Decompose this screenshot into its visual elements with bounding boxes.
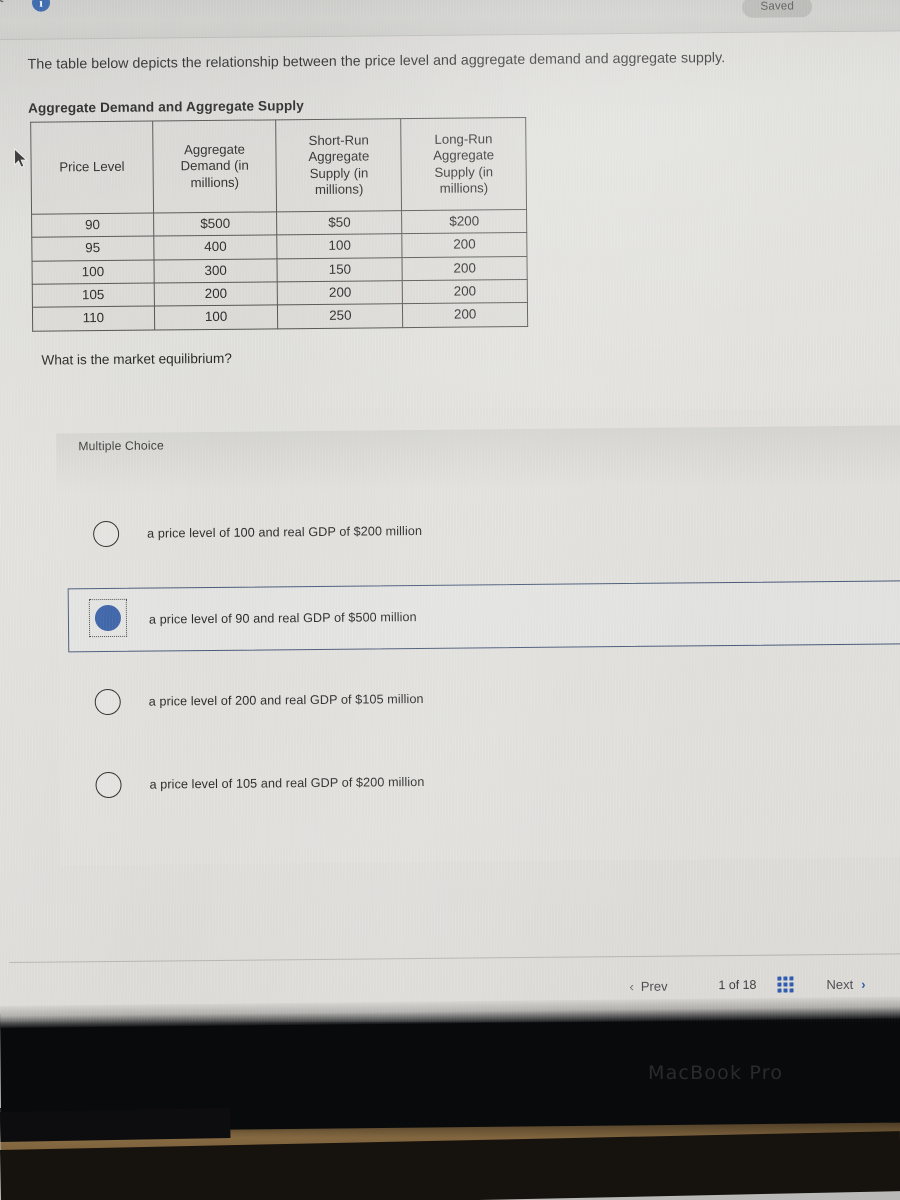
next-button-label: Next: [826, 976, 854, 993]
table-title: Aggregate Demand and Aggregate Supply: [27, 98, 304, 116]
header-line: Supply (in: [309, 164, 369, 181]
header-line: Aggregate: [184, 142, 246, 158]
table-cell: 100: [154, 305, 279, 330]
question-stem: What is the market equilibrium?: [41, 350, 232, 368]
column-header-short-run-aggregate-supply: Short-Run Aggregate Supply (in millions): [276, 118, 402, 212]
table-cell: 200: [402, 302, 528, 328]
table-head: Price Level Aggregate Demand (in million…: [30, 117, 527, 215]
answer-option-3[interactable]: a price level of 200 and real GDP of $10…: [68, 665, 900, 737]
radio-button-selected-icon[interactable]: [94, 604, 122, 632]
table-cell: 400: [153, 235, 278, 260]
answer-option-label: a price level of 105 and real GDP of $20…: [149, 774, 425, 792]
table-cell: 200: [277, 280, 403, 306]
table-cell: 95: [31, 236, 154, 261]
header-line: millions): [439, 179, 489, 196]
radio-button-icon[interactable]: [93, 520, 120, 548]
chevron-left-icon: ‹: [629, 978, 634, 995]
header-line: millions): [314, 181, 364, 197]
radio-button-icon[interactable]: [95, 771, 122, 799]
header-line: millions): [190, 174, 240, 190]
question-prompt: The table below depicts the relationship…: [27, 50, 726, 73]
header-line: Long-Run: [434, 131, 493, 148]
table-cell: 200: [402, 279, 528, 305]
answer-option-label: a price level of 100 and real GDP of $20…: [147, 523, 423, 541]
table-header-row: Price Level Aggregate Demand (in million…: [30, 117, 527, 215]
table-cell: 200: [153, 281, 278, 307]
next-button[interactable]: Next ›: [826, 977, 865, 992]
table-row: 110 100 250 200: [32, 302, 528, 331]
answer-option-label: a price level of 200 and real GDP of $10…: [148, 691, 424, 709]
info-icon[interactable]: i: [31, 0, 51, 12]
table-cell: 150: [277, 257, 403, 282]
quiz-page: Quiz i Saved The table below depicts the…: [0, 0, 900, 1022]
header-line: Supply (in: [434, 163, 494, 180]
aggregate-demand-supply-table: Price Level Aggregate Demand (in million…: [30, 116, 529, 332]
prev-button[interactable]: ‹ Prev: [629, 979, 667, 994]
table-cell: 110: [32, 306, 155, 331]
table-cell: 200: [402, 256, 528, 281]
table-cell: 100: [32, 259, 154, 285]
header-line: Short-Run: [308, 132, 369, 149]
macbook-pro-logo: MacBook Pro: [648, 1062, 784, 1084]
column-header-aggregate-demand: Aggregate Demand (in millions): [152, 119, 277, 214]
quiz-breadcrumb-label: Quiz: [0, 0, 21, 3]
header-line: Aggregate: [433, 147, 495, 164]
answer-option-4[interactable]: a price level of 105 and real GDP of $20…: [69, 748, 900, 820]
question-counter: 1 of 18: [718, 977, 757, 993]
chevron-right-icon: ›: [861, 976, 866, 992]
table-cell: 90: [31, 213, 154, 238]
answer-option-label: a price level of 90 and real GDP of $500…: [148, 610, 417, 627]
column-header-price-level: Price Level: [30, 121, 154, 215]
top-bar: Quiz i Saved: [0, 0, 900, 40]
header-line: Price Level: [59, 159, 125, 175]
table-cell: 300: [153, 258, 278, 284]
answer-option-1[interactable]: a price level of 100 and real GDP of $20…: [67, 497, 900, 569]
table-cell: $500: [153, 211, 278, 237]
header-line: Demand (in: [180, 158, 249, 174]
table-cell: $200: [401, 209, 527, 234]
mouse-cursor-icon: [13, 147, 28, 168]
table-cell: 200: [401, 232, 527, 258]
table-cell: 250: [277, 304, 403, 329]
question-type-label: Multiple Choice: [78, 438, 164, 454]
table-cell: 100: [277, 233, 403, 259]
laptop-screen: Quiz i Saved The table below depicts the…: [0, 0, 900, 1022]
photo-of-laptop-screen: Quiz i Saved The table below depicts the…: [0, 0, 900, 1200]
answer-option-2[interactable]: a price level of 90 and real GDP of $500…: [67, 580, 900, 653]
column-header-long-run-aggregate-supply: Long-Run Aggregate Supply (in millions): [400, 117, 527, 211]
bezel-left-edge: [0, 1107, 231, 1142]
radio-button-icon[interactable]: [94, 688, 121, 716]
header-line: Aggregate: [308, 148, 370, 165]
prev-button-label: Prev: [640, 978, 668, 994]
table-cell: 105: [32, 283, 155, 308]
table-cell: $50: [276, 210, 402, 236]
grid-icon[interactable]: [777, 976, 794, 993]
status-badge-saved: Saved: [742, 0, 813, 18]
table-body: 90 $500 $50 $200 95 400 100 200 100 300: [31, 209, 528, 331]
